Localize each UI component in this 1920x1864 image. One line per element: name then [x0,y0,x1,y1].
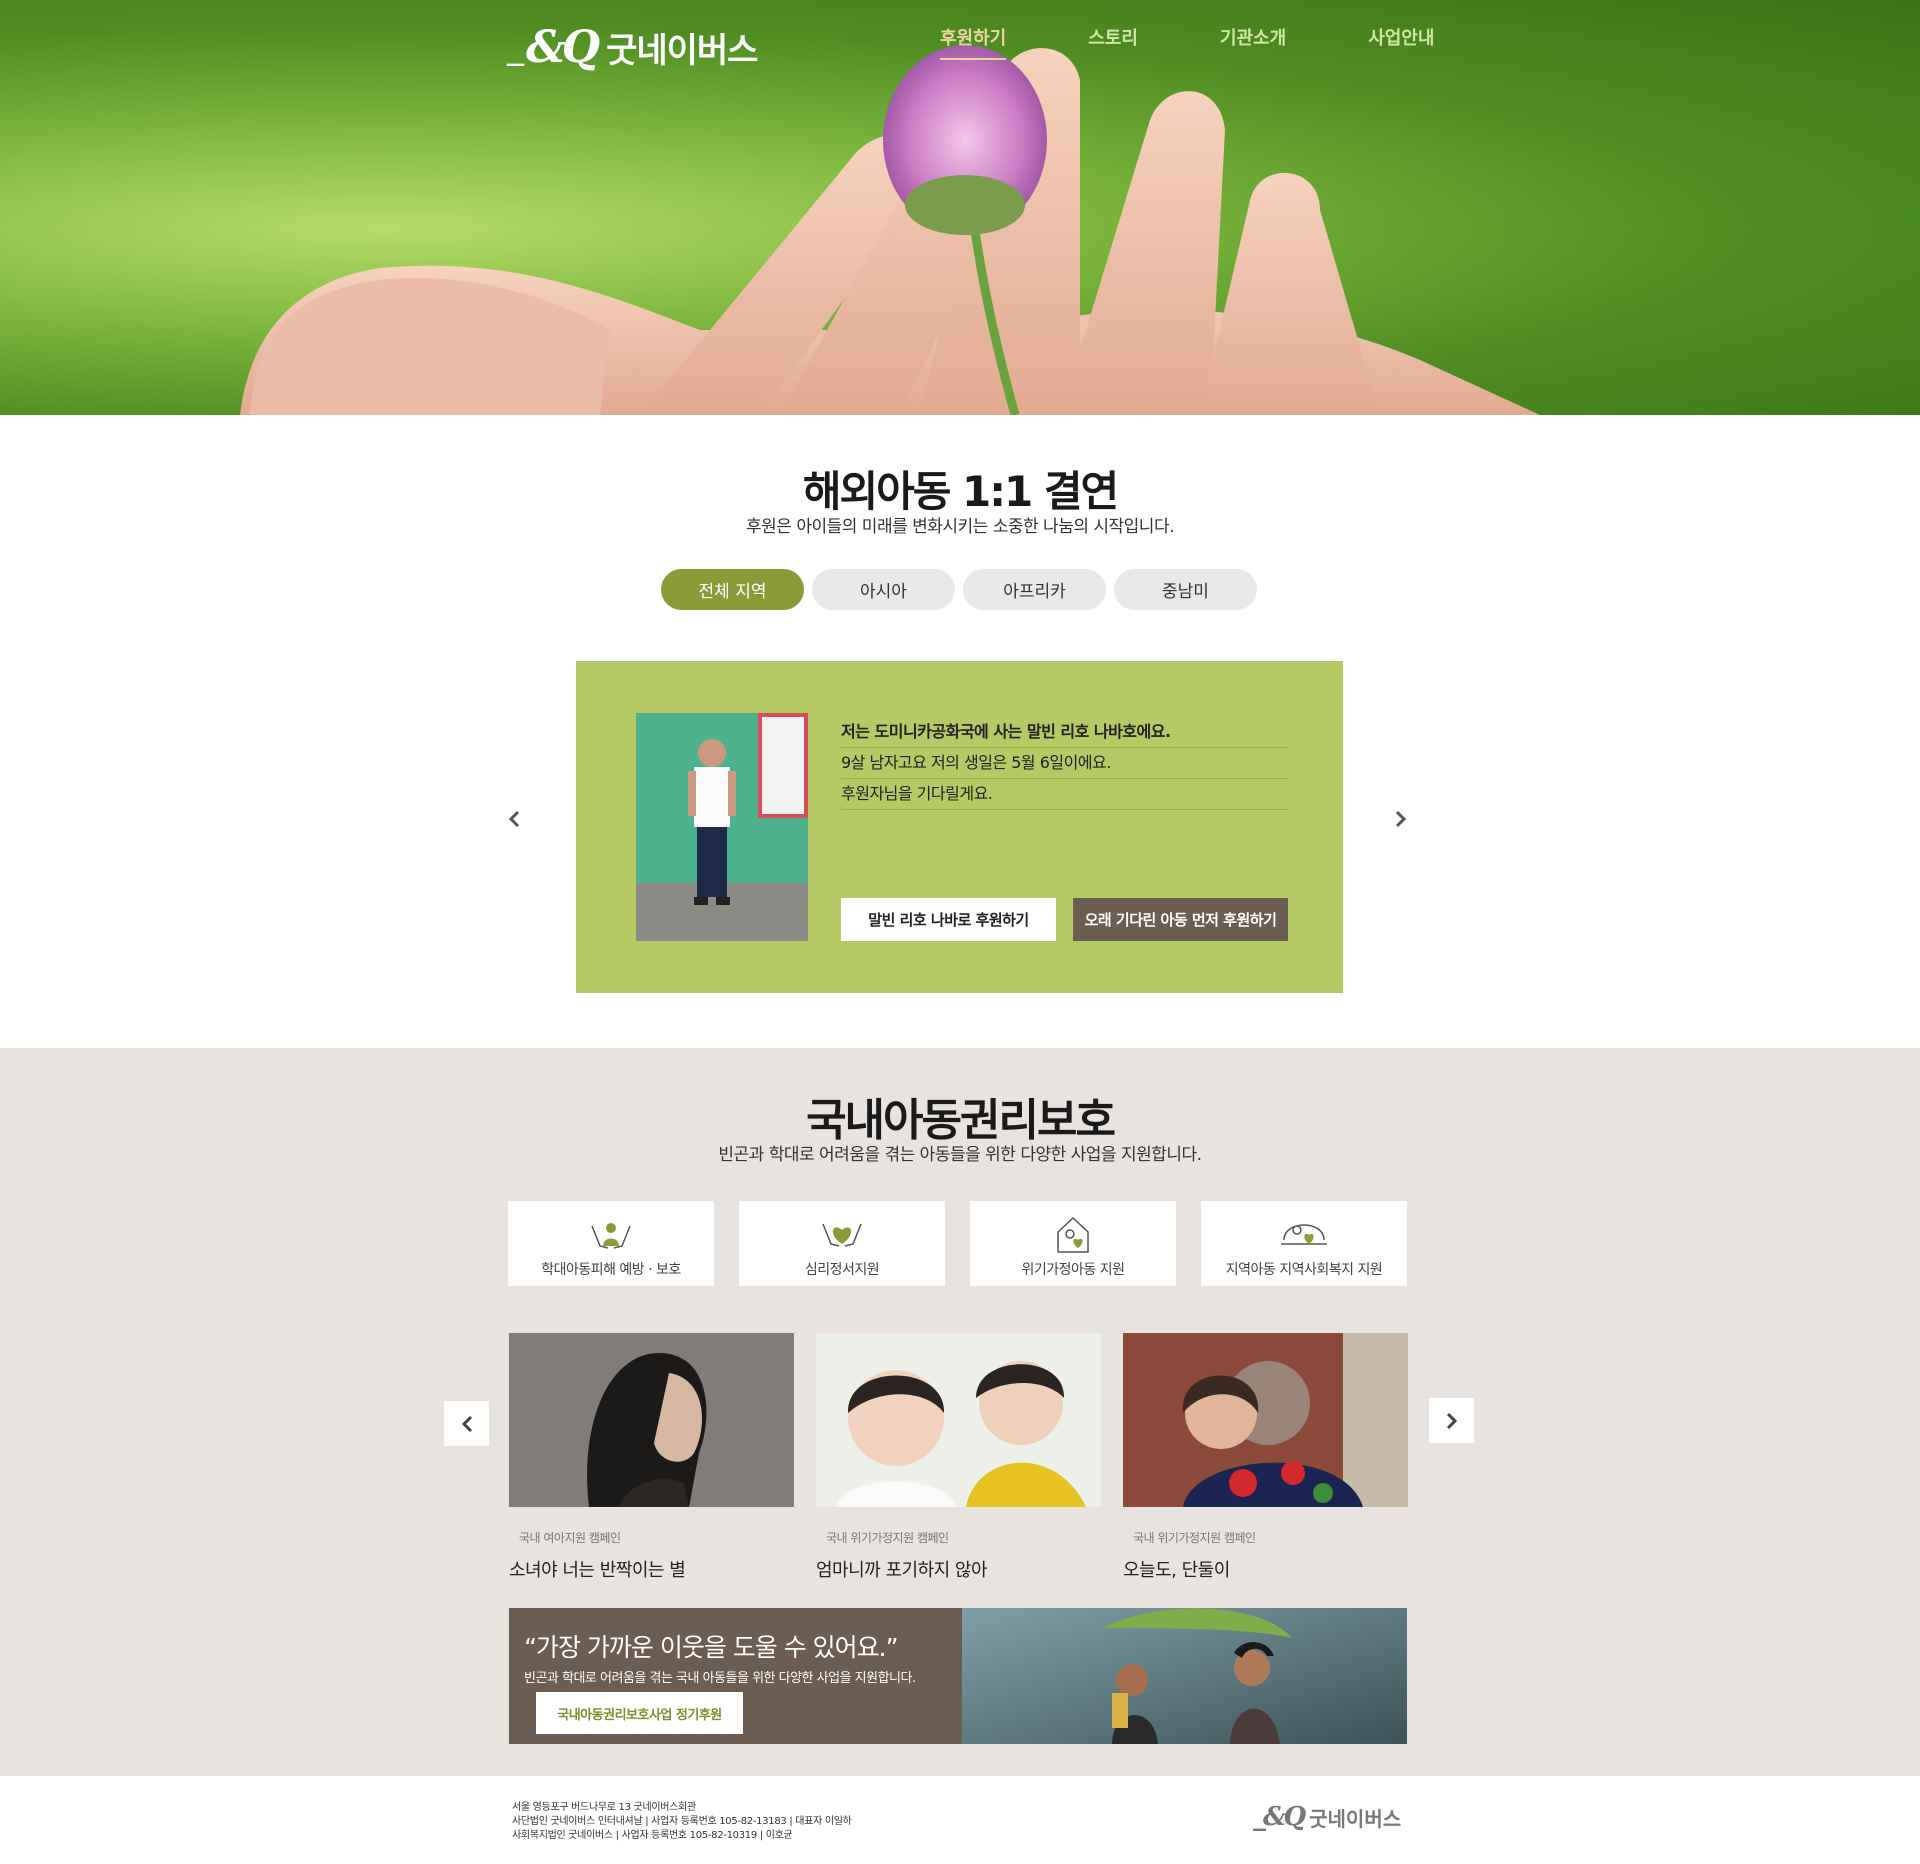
child-age-birthday: 9살 남자고요 저의 생일은 5월 6일이에요. [841,748,1288,779]
chevron-right-icon [1395,810,1407,828]
footer-logo-name: 굿네이버스 [1309,1806,1402,1831]
hero-banner: _ &Q 굿네이버스 후원하기 스토리 기관소개 사업안내 [0,0,1920,415]
sponsor-subtitle: 후원은 아이들의 미래를 변화시키는 소중한 나눔의 시작입니다. [746,517,1174,537]
story-title: 소녀야 너는 반짝이는 별 [509,1560,686,1581]
category-community-welfare[interactable]: 지역아동 지역사회복지 지원 [1201,1201,1407,1286]
story-title: 엄마니까 포기하지 않아 [816,1560,988,1581]
logo-mark: &Q [526,21,600,73]
child-card: 저는 도미니카공화국에 사는 말빈 리호 나바호에요. 9살 남자고요 저의 생… [576,661,1343,993]
story-card[interactable]: 국내 위기가정지원 캠페인 엄마니까 포기하지 않아 [816,1333,1101,1582]
logo-name: 굿네이버스 [606,30,758,71]
nav-item-business[interactable]: 사업안내 [1368,24,1434,60]
stories-next-arrow[interactable] [1429,1398,1474,1443]
child-photo [636,713,808,941]
tab-africa[interactable]: 아프리카 [963,569,1106,610]
story-card[interactable]: 국내 위기가정지원 캠페인 오늘도, 단둘이 [1123,1333,1408,1582]
banner-image [962,1608,1407,1744]
footer-address: 서울 영등포구 버드나무로 13 굿네이버스회관 [512,1802,696,1813]
nav-item-sponsor[interactable]: 후원하기 [940,24,1007,60]
footer-logo[interactable]: _&Q 굿네이버스 [1253,1802,1401,1832]
tab-latin-america[interactable]: 중남미 [1114,569,1257,610]
child-intro: 저는 도미니카공화국에 사는 말빈 리호 나바호에요. [841,717,1288,748]
footer-logo-mark: _&Q [1253,1802,1306,1832]
regular-support-banner: “가장 가까운 이웃을 도울 수 있어요.” 빈곤과 학대로 어려움을 겪는 국… [509,1608,1407,1744]
logo[interactable]: _ &Q 굿네이버스 [507,21,758,73]
chevron-left-icon [461,1415,472,1432]
house-heart-icon [1057,1216,1089,1253]
story-tag: 국내 여아지원 캠페인 [519,1531,621,1545]
main-nav: 후원하기 스토리 기관소개 사업안내 [940,24,1516,60]
region-tabs: 전체 지역 아시아 아프리카 중남미 [661,569,1265,610]
category-crisis-family[interactable]: 위기가정아동 지원 [970,1201,1176,1286]
child-info: 저는 도미니카공화국에 사는 말빈 리호 나바호에요. 9살 남자고요 저의 생… [841,717,1288,810]
story-image [1123,1333,1408,1507]
domestic-subtitle: 빈곤과 학대로 어려움을 겪는 아동들을 위한 다양한 사업을 지원합니다. [718,1145,1202,1165]
child-prev-arrow[interactable] [500,805,528,833]
story-list: 국내 여아지원 캠페인 소녀야 너는 반짝이는 별 국내 위기가정지원 캠페인 … [509,1333,1430,1582]
sponsor-title: 해외아동 1:1 결연 [802,467,1119,516]
nav-item-story[interactable]: 스토리 [1088,24,1138,60]
banner-quote: “가장 가까운 이웃을 도울 수 있어요.” [524,1633,899,1662]
chevron-left-icon [508,810,520,828]
domestic-title: 국내아동권리보호 [806,1095,1116,1146]
hands-heart-icon [591,1223,631,1249]
footer-corp-1: 사단법인 굿네이버스 인터내셔날 | 사업자 등록번호 105-82-13183… [512,1816,852,1827]
footer-corp-2: 사회복지법인 굿네이버스 | 사업자 등록번호 105-82-10319 | 이… [512,1830,793,1841]
banner-description: 빈곤과 학대로 어려움을 겪는 국내 아동들을 위한 다양한 사업을 지원합니다… [524,1671,916,1686]
chevron-right-icon [1446,1412,1457,1429]
community-heart-icon [1281,1224,1327,1245]
story-tag: 국내 위기가정지원 캠페인 [1133,1531,1256,1545]
sponsor-waiting-child-button[interactable]: 오래 기다린 아동 먼저 후원하기 [1073,898,1288,941]
hero-image [240,45,1540,415]
story-image [816,1333,1101,1507]
child-message: 후원자님을 기다릴게요. [841,779,1288,810]
sponsor-child-button[interactable]: 말빈 리호 나바로 후원하기 [841,898,1056,941]
tab-asia[interactable]: 아시아 [812,569,955,610]
logo-mark-line: _ [507,27,524,67]
stories-prev-arrow[interactable] [444,1401,489,1446]
footer: 서울 영등포구 버드나무로 13 굿네이버스회관 사단법인 굿네이버스 인터내셔… [0,1776,1920,1864]
story-card[interactable]: 국내 여아지원 캠페인 소녀야 너는 반짝이는 별 [509,1333,794,1582]
category-list: 학대아동피해 예방 · 보호 심리정서지원 위기가정아동 지원 지역아동 지역사… [508,1201,1432,1286]
tab-all-regions[interactable]: 전체 지역 [661,569,804,610]
story-title: 오늘도, 단둘이 [1123,1560,1230,1581]
category-psychological-support[interactable]: 심리정서지원 [739,1201,945,1286]
category-abuse-prevention[interactable]: 학대아동피해 예방 · 보호 [508,1201,714,1286]
regular-support-button[interactable]: 국내아동권리보호사업 정기후원 [536,1692,743,1734]
footer-info: 서울 영등포구 버드나무로 13 굿네이버스회관 사단법인 굿네이버스 인터내셔… [512,1801,852,1843]
heart-hands-icon [822,1223,862,1247]
story-tag: 국내 위기가정지원 캠페인 [826,1531,949,1545]
story-image [509,1333,794,1507]
child-next-arrow[interactable] [1387,805,1415,833]
nav-item-about[interactable]: 기관소개 [1220,24,1286,60]
